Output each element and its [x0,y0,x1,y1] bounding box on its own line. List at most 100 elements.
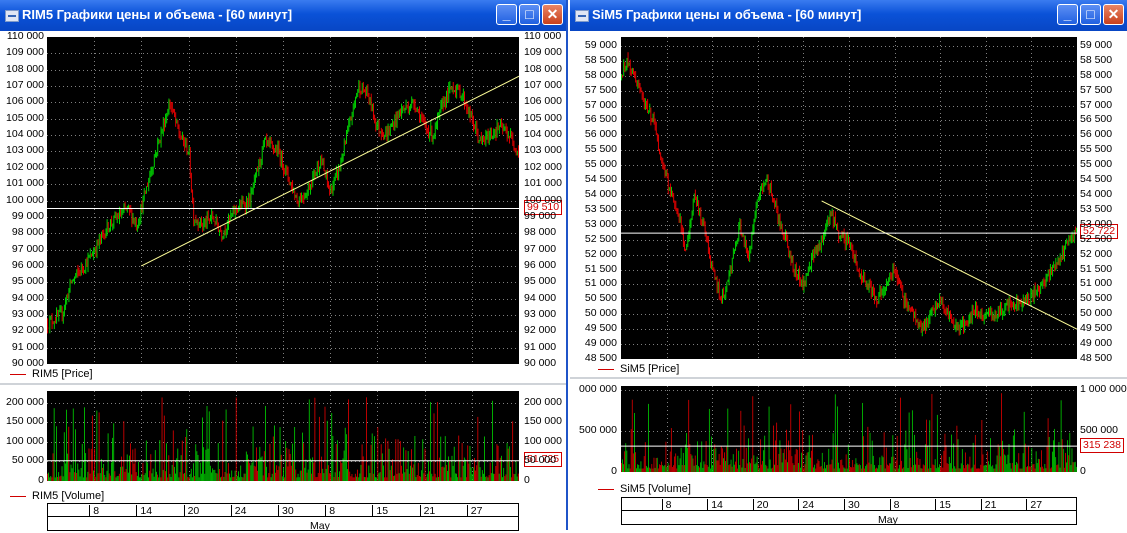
volume-bar [52,453,54,481]
volume-bar [76,472,78,481]
close-button[interactable]: ✕ [1103,4,1124,25]
volume-bar [837,406,838,472]
volume-bar [1040,467,1041,472]
volume-bar [911,410,913,472]
window-icon[interactable] [575,10,589,22]
volume-bar [1066,462,1067,472]
volume-bar [471,474,473,481]
volume-bar [649,467,651,472]
volume-bar [266,466,267,481]
volume-bar [682,452,684,472]
volume-bar [124,471,126,481]
volume-bar [791,456,793,472]
price-tick-label-right: 58 500 [1080,53,1113,66]
volume-bar [162,469,164,481]
volume-bar [466,477,468,481]
volume-bar [775,440,776,472]
volume-bar [1022,453,1024,472]
volume-bar [743,425,745,472]
volume-bar [302,432,303,481]
volume-bar [910,467,912,472]
volume-bar [945,445,947,472]
volume-bar [193,463,194,481]
volume-bar [53,408,55,481]
volume-bar [475,470,476,481]
price-tick-label-right: 49 000 [1080,337,1113,350]
volume-bar [417,462,419,481]
volume-bar [748,438,749,472]
volume-bar [239,477,240,481]
volume-bar [687,447,689,472]
price-chart-pane[interactable] [621,37,1077,359]
rim5-titlebar[interactable]: RIM5 Графики цены и объема - [60 минут] … [0,0,566,31]
volume-bar [622,459,623,472]
volume-bar [1060,400,1062,472]
volume-bar [467,445,469,481]
day-tick-label: 24 [798,499,814,511]
volume-bar [504,476,506,481]
volume-bar [340,460,342,481]
volume-bar [941,455,943,472]
pane-separator[interactable] [570,377,1127,379]
price-tick-label-left: 52 500 [584,232,617,245]
close-button[interactable]: ✕ [542,4,563,25]
volume-chart-pane[interactable] [621,386,1077,472]
price-tick-label-right: 99 000 [524,209,557,222]
volume-bar [444,436,446,481]
day-tick-label: 21 [419,505,435,517]
volume-bar [67,453,69,481]
volume-bar [1031,448,1033,472]
volume-bar [733,464,735,472]
volume-bar [713,448,715,472]
volume-bar [154,450,156,481]
window-icon[interactable] [5,10,19,22]
volume-bar [880,465,882,472]
price-tick-label-left: 104 000 [6,128,44,141]
maximize-button[interactable]: □ [1080,4,1101,25]
volume-bar [1072,462,1074,472]
volume-bar [374,436,375,481]
minimize-button[interactable]: _ [496,4,517,25]
sim5-titlebar[interactable]: SiM5 Графики цены и объема - [60 минут] … [570,0,1127,31]
volume-tick-label-left: 200 000 [6,395,44,408]
volume-bar [408,473,410,481]
volume-bar [492,400,493,481]
volume-bar [678,465,680,472]
volume-bar [412,467,414,481]
maximize-button[interactable]: □ [519,4,540,25]
price-tick-label-right: 48 500 [1080,352,1113,364]
volume-bar [790,404,792,472]
volume-bar [416,474,418,481]
volume-bar [300,470,302,481]
volume-bar [816,463,818,472]
volume-bar [854,464,856,472]
price-tick-label-left: 59 000 [584,38,617,51]
minimize-button[interactable]: _ [1057,4,1078,25]
volume-bar [752,396,754,472]
volume-bar [999,456,1001,472]
price-chart-pane[interactable] [47,37,519,364]
volume-bar [251,462,253,481]
volume-bar [274,425,275,481]
pane-separator[interactable] [0,383,566,385]
volume-bar [314,397,316,481]
volume-bar [75,429,76,481]
price-tick-label-right: 51 000 [1080,277,1113,290]
volume-bar [196,451,198,481]
volume-bar [764,435,766,472]
volume-bar [778,453,780,472]
volume-bar [796,449,798,472]
volume-bar [514,474,516,481]
volume-bar [1012,435,1014,472]
volume-chart-pane[interactable] [47,391,519,481]
volume-bar [259,446,261,481]
volume-bar [953,443,955,472]
volume-bar [165,471,166,481]
price-tick-label-left: 110 000 [6,30,44,42]
volume-tick-label-left: 000 000 [579,383,617,396]
volume-bar [723,458,724,472]
volume-bar [418,476,420,481]
volume-tick-label-left: 500 000 [579,424,617,437]
volume-bar [502,477,503,481]
volume-bar [1046,446,1048,472]
